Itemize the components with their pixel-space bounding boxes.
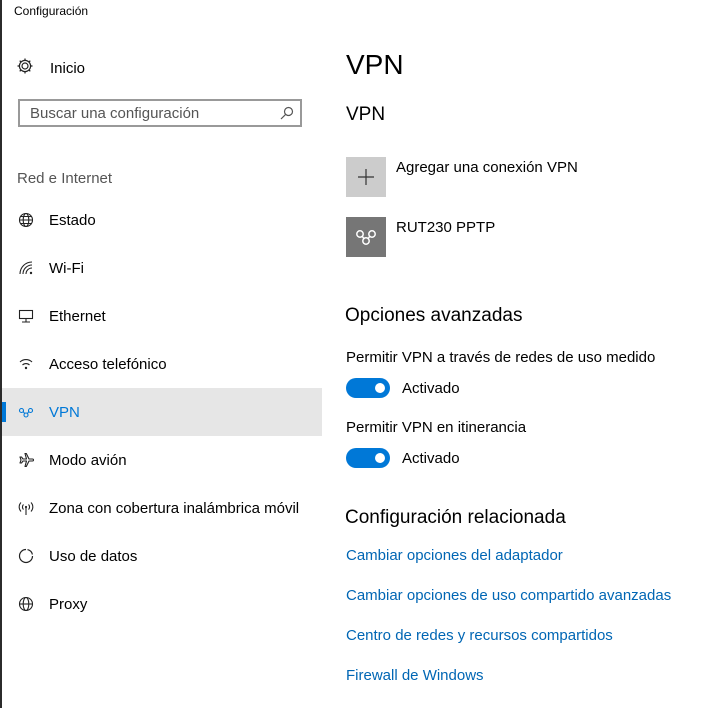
vpn-icon: [17, 403, 35, 421]
globe-status-icon: [17, 211, 35, 229]
toggle-knob: [375, 383, 385, 393]
sidebar-item-estado[interactable]: Estado: [2, 196, 322, 244]
vpn-section-title: VPN: [346, 104, 386, 125]
sidebar-item-uso-de-datos[interactable]: Uso de datos: [2, 532, 322, 580]
metered-vpn-toggle[interactable]: [346, 378, 390, 398]
toggle-state-label: Activado: [402, 379, 460, 397]
metered-vpn-label: Permitir VPN a través de redes de uso me…: [346, 349, 656, 366]
sidebar-item-modo-avion[interactable]: Modo avión: [2, 436, 322, 484]
roaming-vpn-label: Permitir VPN en itinerancia: [346, 419, 527, 436]
sidebar-nav: Estado Wi-Fi Ethernet Acceso telefónico …: [2, 196, 322, 628]
sidebar-item-label: Estado: [49, 211, 96, 229]
sidebar-item-label: Acceso telefónico: [49, 355, 167, 373]
sidebar-item-label: Wi-Fi: [49, 259, 84, 277]
add-vpn-connection-button[interactable]: Agregar una conexión VPN: [346, 157, 706, 197]
search-input[interactable]: [30, 104, 270, 122]
ethernet-icon: [17, 307, 35, 325]
sidebar-item-ethernet[interactable]: Ethernet: [2, 292, 322, 340]
sidebar-item-label: Zona con cobertura inalámbrica móvil: [49, 499, 300, 517]
sidebar-item-label: Modo avión: [49, 451, 127, 469]
adapter-options-link[interactable]: Cambiar opciones del adaptador: [346, 547, 563, 564]
related-settings-heading: Configuración relacionada: [345, 507, 566, 528]
vpn-connection-item[interactable]: RUT230 PPTP: [346, 217, 706, 257]
network-sharing-center-link[interactable]: Centro de redes y recursos compartidos: [346, 627, 613, 644]
search-box[interactable]: [18, 99, 302, 127]
search-icon[interactable]: [280, 106, 294, 125]
sidebar: Inicio Red e Internet Estado Wi-Fi Ether…: [2, 0, 322, 708]
data-usage-icon: [17, 547, 35, 565]
section-heading: Red e Internet: [17, 170, 113, 187]
sidebar-item-label: Uso de datos: [49, 547, 138, 565]
sidebar-item-label: Ethernet: [49, 307, 106, 325]
main-content: VPN VPN Agregar una conexión VPN RUT230 …: [345, 0, 716, 708]
wifi-icon: [17, 259, 35, 277]
airplane-icon: [17, 451, 35, 469]
vpn-connection-icon: [346, 217, 386, 257]
roaming-vpn-toggle[interactable]: [346, 448, 390, 468]
sidebar-item-acceso-telefonico[interactable]: Acceso telefónico: [2, 340, 322, 388]
metered-vpn-setting: Activado: [346, 377, 460, 399]
advanced-sharing-link[interactable]: Cambiar opciones de uso compartido avanz…: [346, 587, 671, 604]
plus-icon: [346, 157, 386, 197]
vpn-connection-name: RUT230 PPTP: [396, 219, 496, 236]
gear-icon: [16, 57, 34, 80]
home-nav-item[interactable]: Inicio: [16, 56, 85, 80]
add-vpn-label: Agregar una conexión VPN: [396, 159, 578, 176]
home-label: Inicio: [50, 59, 86, 77]
hotspot-icon: [17, 499, 35, 517]
sidebar-item-zona-cobertura[interactable]: Zona con cobertura inalámbrica móvil: [2, 484, 322, 532]
sidebar-item-wifi[interactable]: Wi-Fi: [2, 244, 322, 292]
globe-icon: [17, 595, 35, 613]
roaming-vpn-setting: Activado: [346, 447, 460, 469]
toggle-knob: [375, 453, 385, 463]
sidebar-item-proxy[interactable]: Proxy: [2, 580, 322, 628]
sidebar-item-vpn[interactable]: VPN: [2, 388, 322, 436]
sidebar-item-label: Proxy: [49, 595, 88, 613]
advanced-options-heading: Opciones avanzadas: [345, 305, 523, 326]
dialup-icon: [17, 355, 35, 373]
toggle-state-label: Activado: [402, 449, 460, 467]
windows-firewall-link[interactable]: Firewall de Windows: [346, 667, 484, 684]
page-title: VPN: [346, 49, 404, 80]
sidebar-item-label: VPN: [49, 403, 80, 421]
